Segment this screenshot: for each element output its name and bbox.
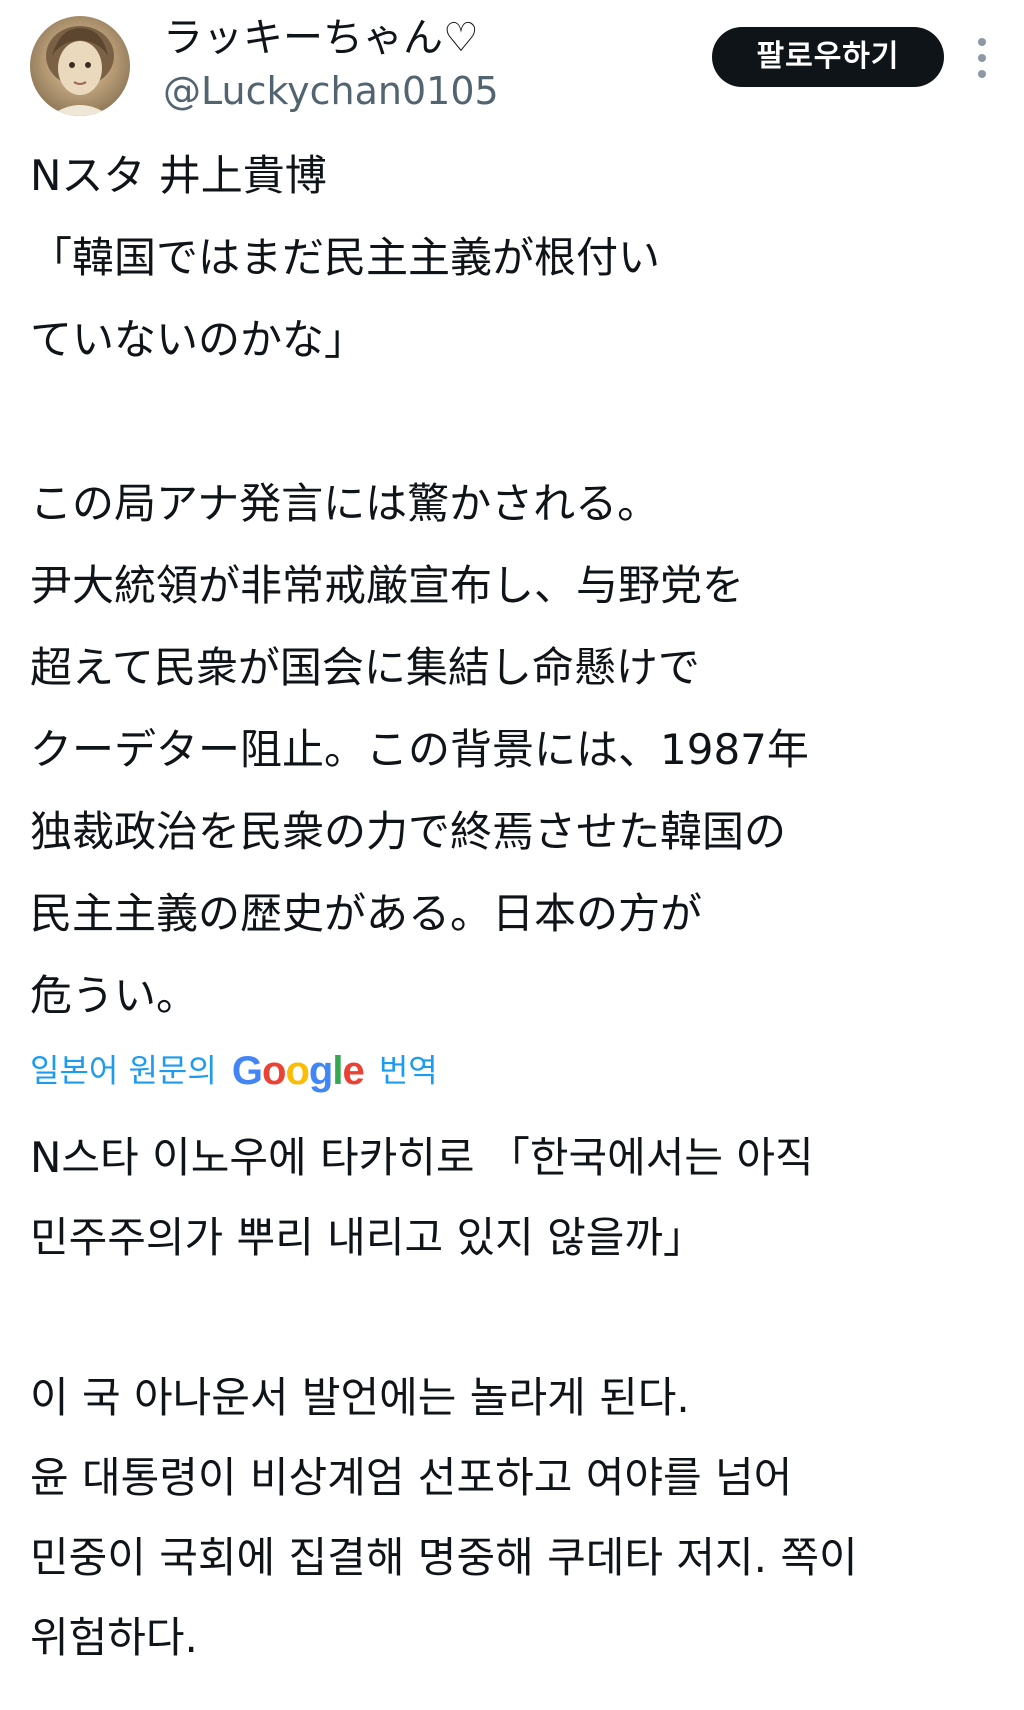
tweet-line: 危うい。 — [30, 971, 199, 1020]
tweet-text: Nスタ 井上貴博 「韓国ではまだ民主主義が根付い ていないのかな」 この局アナ発… — [30, 135, 1000, 1037]
google-logo: Google — [231, 1048, 365, 1093]
translated-line: 위험하다. — [30, 1613, 198, 1662]
translation-attribution[interactable]: 일본어 원문의 Google 번역 — [30, 1040, 438, 1100]
more-vertical-icon[interactable] — [968, 36, 996, 80]
translated-line: 민주주의가 뿌리 내리고 있지 않을까」 — [30, 1213, 706, 1262]
translation-prefix: 일본어 원문의 — [30, 1051, 217, 1090]
follow-button[interactable]: 팔로우하기 — [712, 27, 944, 87]
translated-line: N스타 이노우에 타카히로 「한국에서는 아직 — [30, 1133, 814, 1182]
avatar[interactable] — [30, 16, 130, 116]
translated-line: 윤 대통령이 비상계엄 선포하고 여야를 넘어 — [30, 1453, 793, 1502]
google-logo-letter: o — [285, 1048, 309, 1093]
tweet-line: 民主主義の歴史がある。日本の方が — [30, 889, 703, 938]
tweet-line: 独裁政治を民衆の力で終焉させた韓国の — [30, 807, 787, 856]
tweet-line: ていないのかな」 — [30, 315, 367, 364]
translated-text: N스타 이노우에 타카히로 「한국에서는 아직 민주주의가 뿌리 내리고 있지 … — [30, 1118, 1000, 1678]
google-logo-letter: o — [262, 1048, 286, 1093]
tweet-line: クーデター阻止。この背景には、1987年 — [30, 725, 809, 774]
user-handle[interactable]: @Luckychan0105 — [163, 66, 499, 116]
translation-suffix: 번역 — [378, 1051, 438, 1090]
translated-blank-line — [30, 1278, 1000, 1358]
display-name[interactable]: ラッキーちゃん♡ — [163, 12, 479, 64]
tweet-line: この局アナ発言には驚かされる。 — [30, 479, 660, 528]
tweet-line: Nスタ 井上貴博 — [30, 151, 327, 200]
translated-line: 민중이 국회에 집결해 명중해 쿠데타 저지. 쪽이 — [30, 1533, 858, 1582]
tweet-line: 尹大統領が非常戒厳宣布し、与野党を — [30, 561, 745, 610]
tweet-line: 超えて民衆が国会に集結し命懸けで — [30, 643, 700, 692]
google-logo-letter: e — [342, 1048, 364, 1093]
google-logo-letter: G — [231, 1048, 263, 1093]
translated-line: 이 국 아나운서 발언에는 놀라게 된다. — [30, 1373, 690, 1422]
tweet-header: ラッキーちゃん♡ @Luckychan0105 팔로우하기 — [0, 0, 1024, 130]
profile-photo-icon — [46, 26, 114, 116]
tweet-line: 「韓国ではまだ民主主義が根付い — [30, 233, 661, 282]
google-logo-letter: g — [308, 1048, 333, 1093]
google-logo-letter: l — [332, 1048, 343, 1093]
